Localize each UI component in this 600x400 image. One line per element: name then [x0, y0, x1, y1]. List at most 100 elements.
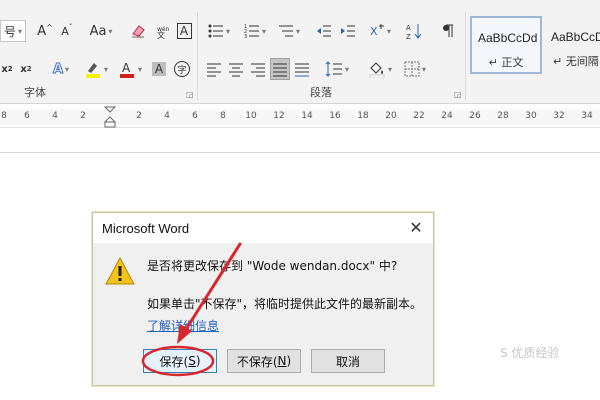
dialog-title: Microsoft Word	[102, 221, 190, 236]
ruler-tick: 14	[301, 111, 313, 121]
ruler-tick: 2	[136, 111, 142, 121]
dont-save-button[interactable]: 不保存(N)	[227, 349, 301, 373]
align-right-icon	[251, 63, 265, 77]
show-marks-button[interactable]	[438, 20, 458, 42]
shading-button[interactable]: A	[150, 58, 168, 80]
font-size-dropdown[interactable]: 号 ▾	[0, 20, 26, 42]
paragraph-dialog-launcher-icon[interactable]: ◲	[454, 90, 462, 99]
change-case-label: Aa	[89, 23, 107, 39]
text-effects-button[interactable]: A ▾	[46, 58, 76, 80]
save-changes-dialog: Microsoft Word ✕ 是否将更改保存到 "Wode wendan.d…	[92, 212, 434, 386]
ruler-tick: 30	[525, 111, 537, 121]
svg-text:A: A	[122, 61, 131, 75]
chevron-down-icon: ▾	[65, 64, 70, 74]
justify-button[interactable]	[270, 58, 290, 80]
save-button[interactable]: 保存(S)	[143, 349, 217, 373]
dialog-detail: 如果单击"不保存"，将临时提供此文件的最新副本。	[147, 297, 423, 311]
font-dialog-launcher-icon[interactable]: ◲	[186, 90, 194, 99]
style-sample: AaBbCcDd	[551, 30, 600, 44]
ruler-tick: 4	[164, 111, 170, 121]
highlight-color-button[interactable]: ▾	[80, 58, 112, 80]
dialog-titlebar[interactable]: Microsoft Word ✕	[93, 213, 433, 243]
ruler-tick: 24	[441, 111, 453, 121]
cancel-button[interactable]: 取消	[311, 349, 385, 373]
warning-icon	[105, 257, 135, 285]
paragraph-mark-icon	[443, 24, 453, 37]
change-case-button[interactable]: Aa ▾	[84, 20, 118, 42]
borders-button[interactable]: ▾	[400, 58, 430, 80]
bullets-button[interactable]: ▾	[204, 20, 234, 42]
clear-formatting-button[interactable]	[128, 20, 148, 42]
indent-icon	[341, 25, 355, 37]
shrink-font-button[interactable]: Aˇ	[58, 20, 76, 42]
sort-button[interactable]: AZ	[404, 20, 424, 42]
outdent-icon	[317, 25, 331, 37]
chinese-layout-icon: X	[370, 24, 384, 38]
distributed-button[interactable]	[292, 58, 312, 80]
multilevel-list-button[interactable]: ▾	[274, 20, 304, 42]
chevron-down-icon: ▾	[261, 26, 266, 36]
chevron-down-icon: ▾	[108, 26, 113, 36]
numbering-button[interactable]: 1 2 3 ▾	[240, 20, 270, 42]
paint-bucket-icon	[369, 62, 385, 78]
line-spacing-button[interactable]: ▾	[322, 58, 352, 80]
chevron-down-icon: ▾	[386, 26, 391, 36]
distributed-icon	[295, 63, 309, 77]
eraser-icon	[132, 25, 145, 38]
ruler-tick: 6	[24, 111, 30, 121]
chevron-down-icon: ▾	[295, 26, 300, 36]
increase-indent-button[interactable]	[338, 20, 358, 42]
decrease-indent-button[interactable]	[314, 20, 334, 42]
dont-save-button-label: 不保存(	[236, 354, 278, 369]
save-button-mnemonic: S	[188, 354, 196, 368]
line-spacing-icon	[325, 61, 342, 77]
svg-text:A: A	[406, 24, 411, 32]
ruler-tick: 8	[220, 111, 226, 121]
ruler-tick: 22	[413, 111, 425, 121]
style-sample: AaBbCcDd	[478, 31, 538, 45]
ruler-tick: 34	[581, 111, 593, 121]
more-info-link[interactable]: 了解详细信息	[147, 317, 219, 334]
superscript-button[interactable]: x2	[18, 58, 34, 80]
chinese-layout-button[interactable]: X ▾	[366, 20, 394, 42]
enclose-characters-button[interactable]: 字	[172, 58, 192, 80]
font-color-button[interactable]: A ▾	[114, 58, 146, 80]
numbered-list-icon: 123	[244, 24, 259, 39]
ruler-tick: 18	[357, 111, 369, 121]
group-divider	[465, 12, 466, 100]
ruler-band	[0, 109, 600, 125]
align-center-button[interactable]	[226, 58, 246, 80]
style-name: ↵ 正文	[488, 56, 524, 69]
ruler-tick: 16	[329, 111, 341, 121]
style-no-spacing[interactable]: AaBbCcDd ↵ 无间隔	[544, 16, 600, 74]
indent-marker-icon[interactable]	[104, 106, 116, 128]
align-right-button[interactable]	[248, 58, 268, 80]
ruler-tick: 26	[469, 111, 481, 121]
style-normal[interactable]: AaBbCcDd ↵ 正文	[470, 16, 542, 74]
horizontal-ruler[interactable]: 8 6 4 2 2 4 6 8 10 12 14 16 18 20 22 24 …	[0, 106, 600, 128]
ribbon: 号 ▾ A ^ Aˇ Aa ▾ wén 文 A x2 x2 A ▾ ▾ A ▾ A 字	[0, 0, 600, 104]
chevron-down-icon: ▾	[225, 26, 230, 36]
chevron-down-icon: ▾	[387, 64, 392, 74]
page-top-edge	[0, 152, 600, 153]
paragraph-group-label: 段落	[310, 86, 332, 99]
shading-fill-button[interactable]: ▾	[364, 58, 396, 80]
grow-font-button[interactable]: A ^	[36, 20, 54, 42]
character-border-button[interactable]: A	[174, 20, 194, 42]
font-group: 号 ▾ A ^ Aˇ Aa ▾ wén 文 A x2 x2 A ▾ ▾ A ▾ A 字	[0, 6, 196, 104]
subscript-button[interactable]: x2	[0, 58, 14, 80]
align-left-icon	[207, 63, 221, 77]
paragraph-group: ▾ 1 2 3 ▾ ▾ X ▾ AZ ▾ ▾ ▾ 段落 ◲	[198, 6, 464, 104]
ruler-tick: 8	[1, 111, 7, 121]
font-group-label: 字体	[24, 86, 46, 99]
chevron-down-icon: ▾	[137, 64, 142, 74]
ruler-tick: 2	[80, 111, 86, 121]
ruler-tick: 32	[553, 111, 565, 121]
multilevel-list-icon	[278, 25, 293, 37]
close-button[interactable]: ✕	[407, 219, 425, 237]
align-left-button[interactable]	[204, 58, 224, 80]
phonetic-icon: wén文	[157, 26, 170, 39]
phonetic-guide-button[interactable]: wén 文	[152, 20, 172, 42]
svg-text:3: 3	[244, 34, 247, 39]
ruler-tick: 20	[385, 111, 397, 121]
